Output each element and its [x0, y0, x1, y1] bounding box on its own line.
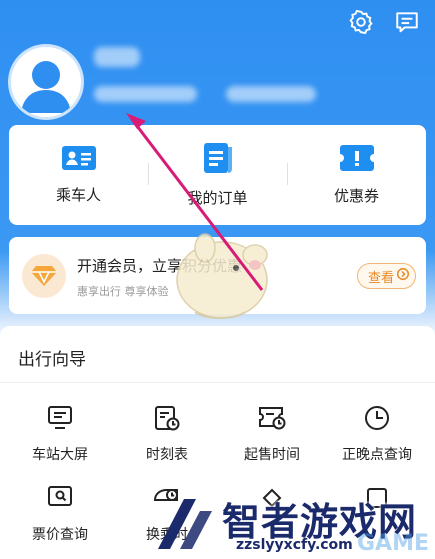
- member-view-label: 查看: [367, 270, 394, 286]
- sale-time-icon: [259, 407, 286, 430]
- guide-item-timetable[interactable]: 时刻表: [117, 404, 217, 464]
- timetable-icon: [155, 406, 180, 431]
- watermark-game-text: GAME: [356, 531, 429, 556]
- guide-item-label: 正晚点查询: [342, 447, 412, 463]
- passenger-card-icon: [61, 145, 96, 170]
- quick-action-orders[interactable]: 我的订单: [148, 125, 287, 225]
- guide-item-station-screen[interactable]: 车站大屏: [10, 404, 110, 464]
- userinfo-blurred-2: [226, 86, 316, 102]
- guide-item-label: 起售时间: [244, 447, 300, 463]
- username-blurred: [94, 47, 140, 67]
- member-view-button[interactable]: 查看: [356, 263, 416, 289]
- station-screen-icon: [48, 406, 72, 429]
- guide-item-label: 票价查询: [32, 527, 88, 543]
- guide-item-fare-query[interactable]: 票价查询: [10, 484, 110, 544]
- guide-item-sale-time[interactable]: 起售时间: [222, 404, 322, 464]
- fare-search-icon: [48, 486, 72, 506]
- divider: [0, 382, 435, 383]
- coupon-icon: [339, 144, 374, 171]
- site-watermark: 智者游戏网 zzslyyxcfy.com GAME: [150, 489, 435, 559]
- travel-guide-title: 出行向导: [18, 350, 86, 370]
- header-actions: [347, 8, 421, 36]
- clock-icon: [365, 406, 389, 430]
- quick-action-passenger[interactable]: 乘车人: [9, 125, 148, 225]
- settings-icon[interactable]: [347, 8, 375, 36]
- quick-action-label: 优惠券: [333, 186, 379, 205]
- guide-item-label: 车站大屏: [32, 447, 88, 463]
- chevron-right-icon: [396, 267, 410, 284]
- member-banner[interactable]: 开通会员，立享积分优惠 惠享出行 尊享体验 查看: [9, 237, 426, 314]
- guide-item-delay-query[interactable]: 正晚点查询: [327, 404, 427, 464]
- quick-action-label: 我的订单: [187, 188, 248, 207]
- member-subtitle: 惠享出行 尊享体验: [77, 285, 169, 298]
- message-icon[interactable]: [393, 8, 421, 36]
- userinfo-blurred: [94, 86, 197, 102]
- order-document-icon: [203, 142, 232, 173]
- quick-action-label: 乘车人: [55, 185, 101, 204]
- guide-item-label: 时刻表: [146, 447, 188, 463]
- quick-action-coupons[interactable]: 优惠券: [287, 125, 426, 225]
- user-silhouette-icon: [21, 61, 71, 113]
- watermark-url: zzslyyxcfy.com: [236, 537, 353, 553]
- member-title: 开通会员，立享积分优惠: [77, 257, 243, 275]
- quick-actions-card: 乘车人 我的订单 优惠券: [9, 125, 426, 225]
- avatar[interactable]: [11, 47, 81, 117]
- diamond-icon: [22, 254, 66, 298]
- watermark-logo-icon: [158, 499, 212, 549]
